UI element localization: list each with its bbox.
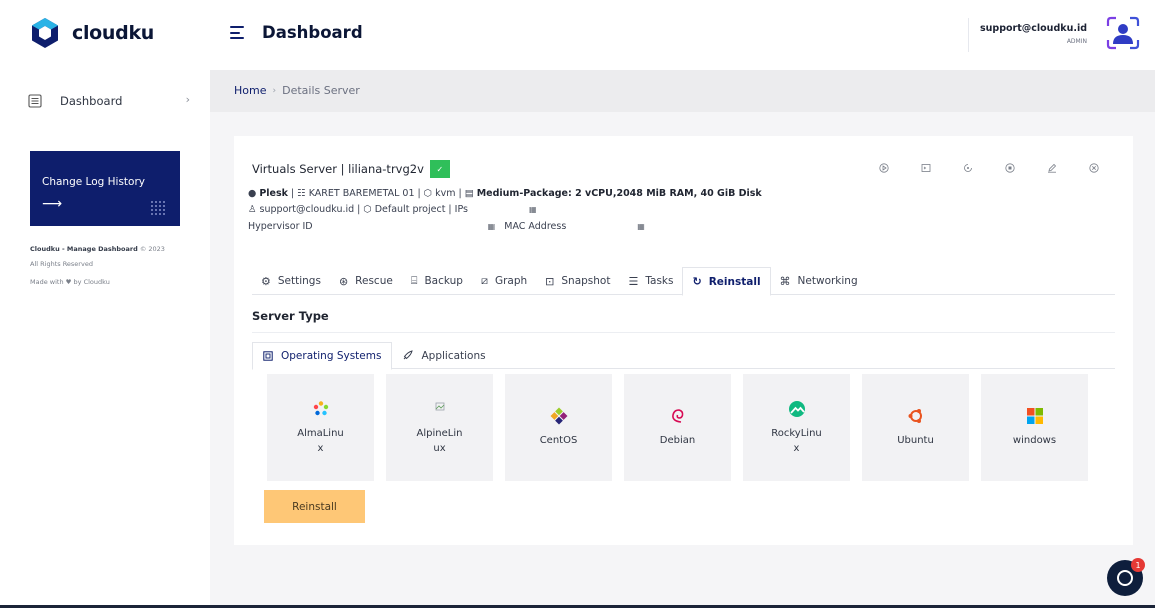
server-meta-line-3: Hypervisor ID ▦ MAC Address ▦ <box>248 221 645 232</box>
copy-hypervisor-icon[interactable]: ▦ <box>488 222 496 231</box>
divider <box>252 332 1115 333</box>
console-icon[interactable] <box>919 161 933 175</box>
footer-copyright: Cloudku - Manage Dashboard © 2023 <box>30 245 165 253</box>
os-name: RockyLinux <box>771 427 822 454</box>
restart-icon[interactable] <box>961 161 975 175</box>
plesk-icon: ● <box>248 188 257 199</box>
footer-rights: All Rights Reserved <box>30 260 93 268</box>
tab-backup[interactable]: ⌸ Backup <box>402 267 472 295</box>
os-card-windows[interactable]: windows <box>981 374 1088 481</box>
reinstall-button[interactable]: Reinstall <box>264 490 365 523</box>
snapshot-icon: ⊡ <box>545 274 555 288</box>
chat-widget-button[interactable]: 1 <box>1107 558 1145 596</box>
section-title: Server Type <box>252 309 329 323</box>
broken-image-icon <box>435 402 444 410</box>
stop-icon[interactable] <box>1003 161 1017 175</box>
os-name: CentOS <box>539 435 578 446</box>
server-meta-line-1: ● Plesk | ☷ KARET BAREMETAL 01 | ⬡ kvm |… <box>248 188 762 199</box>
almalinux-logo-icon <box>313 400 328 415</box>
cloudku-logo-icon <box>32 18 58 48</box>
os-icon <box>263 351 273 361</box>
server-title: Virtuals Server | liliana-trvg2v ✓ <box>252 160 450 178</box>
breadcrumb-current: Details Server <box>282 84 360 97</box>
delete-icon[interactable] <box>1087 161 1101 175</box>
os-card-debian[interactable]: Debian <box>624 374 731 481</box>
breadcrumb-separator: › <box>272 85 277 96</box>
user-role: ADMIN <box>1066 38 1087 45</box>
server-meta-line-2: ♙ support@cloudku.id | ⬡ Default project… <box>248 204 537 215</box>
tab-snapshot[interactable]: ⊡ Snapshot <box>536 267 619 295</box>
topbar: Dashboard support@cloudku.id ADMIN <box>210 0 1155 70</box>
rescue-icon: ⊛ <box>338 274 349 288</box>
tab-graph[interactable]: ⧄ Graph <box>472 267 536 295</box>
tab-rescue[interactable]: ⊛ Rescue <box>330 267 402 295</box>
debian-logo-icon <box>671 409 683 423</box>
breadcrumb: Home › Details Server <box>234 84 360 97</box>
dot-grid-decoration <box>150 200 166 216</box>
reinstall-icon: ↻ <box>692 275 702 288</box>
copy-mac-icon[interactable]: ▦ <box>637 222 645 231</box>
os-card-centos[interactable]: CentOS <box>505 374 612 481</box>
tab-reinstall[interactable]: ↻ Reinstall <box>682 267 771 296</box>
brand[interactable]: cloudku <box>30 17 154 49</box>
dashboard-icon <box>28 94 42 108</box>
panel-name: Plesk <box>259 188 288 199</box>
notification-badge: 1 <box>1131 558 1145 572</box>
breadcrumb-bar: Home › Details Server <box>210 70 1155 112</box>
status-check-icon: ✓ <box>429 160 450 178</box>
copy-ips-icon[interactable]: ▦ <box>529 205 537 214</box>
breadcrumb-home[interactable]: Home <box>234 84 266 97</box>
arrow-right-icon: ⟶ <box>42 196 63 212</box>
os-name: AlpineLinux <box>416 427 463 454</box>
start-icon[interactable] <box>877 161 891 175</box>
user-email[interactable]: support@cloudku.id <box>980 23 1087 34</box>
divider <box>968 18 969 52</box>
settings-icon: ⚙ <box>261 274 271 288</box>
os-grid: AlmaLinux AlpineLinux CentOS Debian Rock… <box>267 374 1088 481</box>
windows-logo-icon <box>1026 408 1043 424</box>
networking-icon: ⌘ <box>779 274 791 288</box>
server-actions <box>877 161 1101 175</box>
tab-tasks[interactable]: ☰ Tasks <box>619 267 682 295</box>
os-name: Debian <box>659 435 696 446</box>
package-info: Medium-Package: 2 vCPU,2048 MiB RAM, 40 … <box>476 188 762 199</box>
sidebar-item-label: Dashboard <box>60 94 123 108</box>
os-name: Ubuntu <box>897 435 934 446</box>
ubuntu-logo-icon <box>908 409 922 423</box>
change-log-history-card[interactable]: Change Log History ⟶ <box>30 151 180 226</box>
rocket-icon <box>404 350 414 360</box>
chevron-right-icon: › <box>185 93 190 106</box>
server-type-tabs: Operating Systems Applications <box>252 342 1115 370</box>
tab-operating-systems[interactable]: Operating Systems <box>252 342 393 370</box>
os-card-rockylinux[interactable]: RockyLinux <box>743 374 850 481</box>
sidebar-item-dashboard[interactable]: Dashboard › <box>28 90 190 112</box>
centos-logo-icon <box>550 407 567 425</box>
server-tabs: ⚙ Settings ⊛ Rescue ⌸ Backup ⧄ Graph ⊡ Snapsh… <box>252 267 1115 296</box>
backup-icon: ⌸ <box>410 274 418 287</box>
tab-applications[interactable]: Applications <box>392 342 495 369</box>
tab-settings[interactable]: ⚙ Settings <box>252 267 330 295</box>
brand-name: cloudku <box>72 22 155 44</box>
footer-made-with: Made with ♥ by Cloudku <box>30 278 110 286</box>
tasks-icon: ☰ <box>628 274 639 288</box>
tab-networking[interactable]: ⌘ Networking <box>771 267 867 295</box>
graph-icon: ⧄ <box>480 274 488 287</box>
os-name: AlmaLinux <box>297 427 344 454</box>
os-card-ubuntu[interactable]: Ubuntu <box>862 374 969 481</box>
page-title: Dashboard <box>262 23 363 42</box>
os-name: windows <box>1012 435 1057 446</box>
avatar-icon[interactable] <box>1105 15 1141 51</box>
menu-toggle-icon[interactable] <box>230 26 244 39</box>
chat-icon <box>1117 570 1133 586</box>
os-card-alpinelinux[interactable]: AlpineLinux <box>386 374 493 481</box>
os-card-almalinux[interactable]: AlmaLinux <box>267 374 374 481</box>
sidebar: cloudku Dashboard › Change Log History ⟶… <box>0 0 210 608</box>
change-log-label: Change Log History <box>42 176 145 188</box>
server-details-card: Virtuals Server | liliana-trvg2v ✓ ● Ple… <box>234 136 1133 545</box>
rockylinux-logo-icon <box>788 400 805 417</box>
edit-icon[interactable] <box>1045 161 1059 175</box>
